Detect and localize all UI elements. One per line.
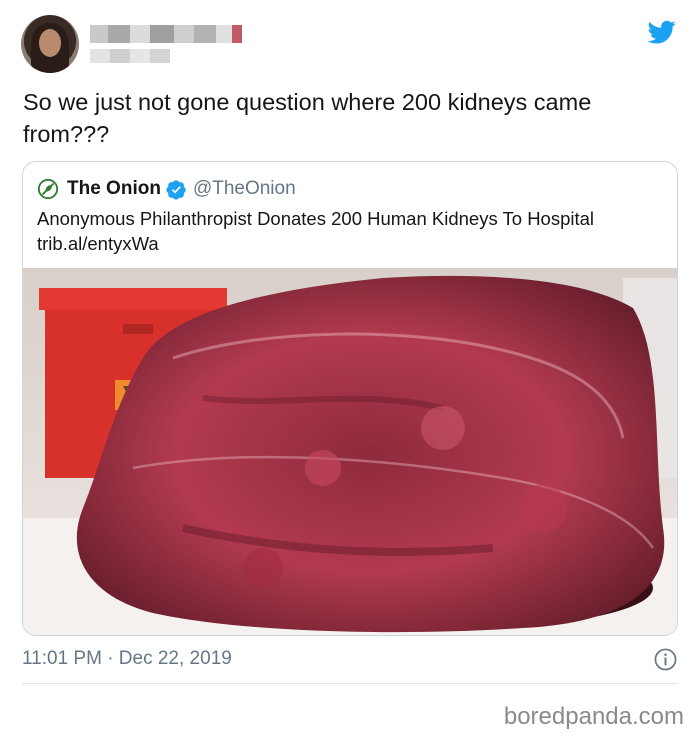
quoted-tweet-header: The Onion @TheOnion <box>37 176 296 202</box>
watermark: boredpanda.com <box>503 703 684 730</box>
tweet-timestamp[interactable]: 11:01 PM · Dec 22, 2019 <box>22 648 232 670</box>
tweet-text: So we just not gone question where 200 k… <box>23 89 592 147</box>
quoted-author-name[interactable]: The Onion <box>67 178 161 200</box>
redacted-handle <box>90 49 170 63</box>
divider <box>22 683 678 684</box>
quoted-tweet-text: Anonymous Philanthropist Donates 200 Hum… <box>37 208 595 254</box>
quoted-author-handle[interactable]: @TheOnion <box>193 178 296 200</box>
quoted-tweet[interactable]: The Onion @TheOnion Anonymous Philanthro… <box>22 161 678 636</box>
avatar[interactable] <box>21 15 79 73</box>
quoted-tweet-image[interactable] <box>23 268 677 635</box>
redacted-username <box>90 25 250 43</box>
info-icon[interactable] <box>654 648 677 671</box>
twitter-bird-icon <box>647 20 676 44</box>
onion-logo-icon <box>37 178 59 200</box>
verified-badge-icon <box>166 179 186 200</box>
